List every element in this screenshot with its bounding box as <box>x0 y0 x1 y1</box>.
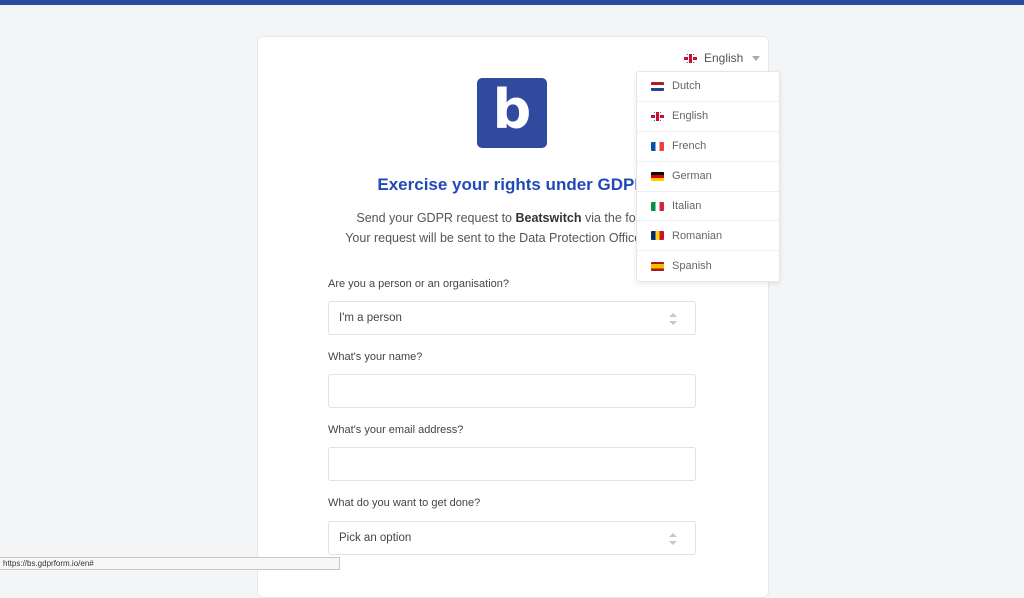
france-flag-icon <box>651 141 664 151</box>
language-option-romanian[interactable]: Romanian <box>637 221 779 252</box>
language-option-dutch[interactable]: Dutch <box>637 72 779 102</box>
email-input[interactable] <box>328 447 696 481</box>
name-input[interactable] <box>328 374 696 408</box>
language-option-spanish[interactable]: Spanish <box>637 251 779 281</box>
uk-flag-icon <box>684 53 697 63</box>
romania-flag-icon <box>651 231 664 241</box>
language-option-english[interactable]: English <box>637 102 779 132</box>
browser-status-bar: https://bs.gdprform.io/en# <box>0 557 340 570</box>
top-accent-bar <box>0 0 1024 5</box>
spain-flag-icon <box>651 261 664 271</box>
language-option-french[interactable]: French <box>637 132 779 162</box>
request-type-value: Pick an option <box>339 532 412 544</box>
netherlands-flag-icon <box>651 81 664 91</box>
language-dropdown-menu: Dutch English French German Italian Roma… <box>636 71 780 282</box>
email-label: What's your email address? <box>328 424 464 436</box>
entity-type-select[interactable]: I'm a person <box>328 301 696 335</box>
language-option-italian[interactable]: Italian <box>637 192 779 222</box>
select-arrows-icon <box>669 533 677 545</box>
language-current-label: English <box>704 51 744 65</box>
request-type-select[interactable]: Pick an option <box>328 521 696 555</box>
language-option-german[interactable]: German <box>637 162 779 192</box>
chevron-down-icon <box>752 55 761 61</box>
uk-flag-icon <box>651 111 664 121</box>
company-name: Beatswitch <box>515 211 582 225</box>
italy-flag-icon <box>651 201 664 211</box>
name-label: What's your name? <box>328 351 423 363</box>
company-logo: b <box>477 78 547 148</box>
language-selector[interactable]: English <box>684 49 761 67</box>
entity-type-label: Are you a person or an organisation? <box>328 278 510 290</box>
entity-type-value: I'm a person <box>339 312 402 324</box>
select-arrows-icon <box>669 313 677 325</box>
request-type-label: What do you want to get done? <box>328 497 481 509</box>
germany-flag-icon <box>651 171 664 181</box>
